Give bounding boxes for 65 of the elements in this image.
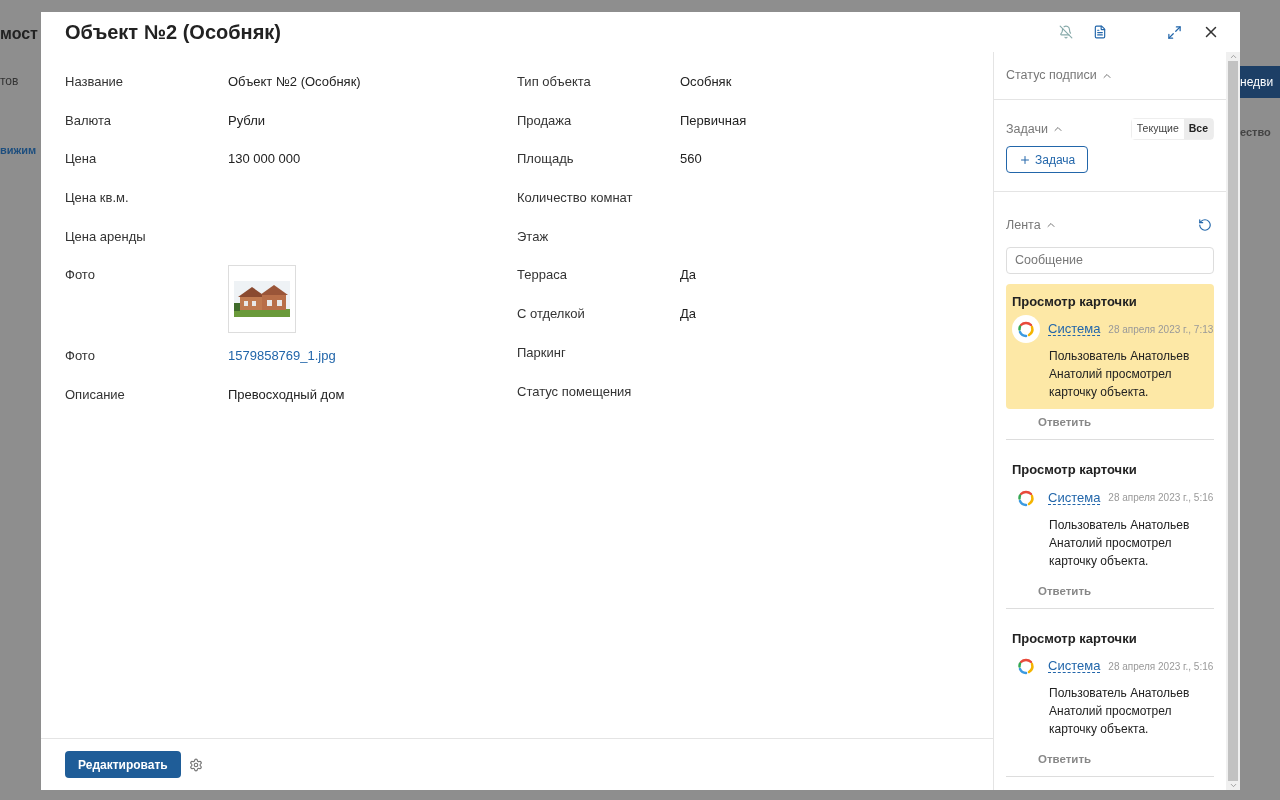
field-label: Количество комнат: [517, 189, 634, 208]
section-label[interactable]: Лента: [1006, 216, 1041, 235]
author-link[interactable]: Система: [1048, 659, 1101, 674]
field-label: Продажа: [517, 111, 573, 130]
author-link[interactable]: Система: [1048, 490, 1101, 505]
scroll-down-icon[interactable]: [1228, 781, 1238, 790]
reply-link[interactable]: Ответить: [1038, 582, 1092, 600]
reply-link[interactable]: Ответить: [1038, 751, 1092, 769]
entry-time: 28 апреля 2023 г., 5:16: [1108, 659, 1214, 674]
entry-time: 28 апреля 2023 г., 7:13: [1108, 322, 1214, 337]
field-label: Фото: [65, 266, 96, 285]
bell-off-icon[interactable]: [1059, 25, 1073, 39]
scrollbar[interactable]: [1226, 52, 1240, 790]
field-label: Этаж: [517, 227, 550, 246]
add-task-button[interactable]: Задача: [1006, 146, 1089, 173]
background-text: ество: [1240, 125, 1272, 140]
field-label: Терраса: [517, 266, 568, 285]
field-value: Первичная: [680, 111, 747, 130]
entry-time: 28 апреля 2023 г., 5:16: [1108, 491, 1214, 506]
author-link[interactable]: Система: [1048, 322, 1101, 337]
field-value: 130 000 000: [228, 150, 301, 169]
field-value: Превосходный дом: [228, 386, 345, 405]
section-label[interactable]: Статус подписи: [1006, 66, 1097, 85]
settings-icon[interactable]: [188, 757, 203, 772]
edit-button[interactable]: Редактировать: [65, 751, 181, 778]
scroll-up-icon[interactable]: [1228, 52, 1238, 61]
field-label: Статус помещения: [517, 382, 633, 401]
field-label: Цена аренды: [65, 227, 147, 246]
entry-title: Просмотр карточки: [1012, 292, 1138, 311]
message-field[interactable]: Сообщение: [1006, 246, 1214, 274]
field-label: Тип объекта: [517, 73, 592, 91]
field-label: Название: [65, 73, 125, 91]
field-value: Объект №2 (Особняк): [228, 73, 361, 91]
field-label: Площадь: [517, 150, 575, 169]
entry-text: Пользователь Анатольев Анатолий просмотрел карточку объекта.: [1049, 348, 1191, 402]
field-label: Паркинг: [517, 343, 567, 362]
filter-tab[interactable]: Все: [1183, 119, 1213, 139]
background-text: тов: [0, 73, 20, 90]
background-text: мост: [0, 24, 39, 44]
reply-link[interactable]: Ответить: [1038, 414, 1092, 432]
document-icon[interactable]: [1093, 25, 1107, 39]
section-label[interactable]: Задачи: [1006, 119, 1048, 139]
entry-text: Пользователь Анатольев Анатолий просмотрел карточку объекта.: [1049, 516, 1191, 570]
background-text: вижим: [0, 143, 38, 158]
refresh-icon[interactable]: [1198, 218, 1212, 233]
photo-thumbnail[interactable]: [228, 265, 296, 334]
field-label: Фото: [65, 347, 96, 366]
field-value: Да: [680, 305, 697, 324]
entry-title: Просмотр карточки: [1012, 461, 1138, 480]
expand-icon[interactable]: [1167, 24, 1182, 40]
field-label: Валюта: [65, 111, 112, 130]
field-value: Да: [680, 266, 697, 285]
entry-title: Просмотр карточки: [1012, 629, 1138, 648]
field-label: Цена кв.м.: [65, 189, 130, 208]
modal-title: Объект №2 (Особняк): [65, 20, 281, 45]
plus-icon: [1019, 153, 1031, 166]
system-logo-icon: [1012, 315, 1040, 344]
field-label: С отделкой: [517, 305, 586, 324]
field-label: Описание: [65, 386, 126, 405]
field-value: Особняк: [680, 73, 732, 91]
field-label: Цена: [65, 150, 98, 169]
entry-text: Пользователь Анатольев Анатолий просмотрел карточку объекта.: [1049, 685, 1191, 739]
field-value: 560: [680, 150, 702, 169]
field-value: Рубли: [228, 111, 266, 130]
file-link[interactable]: 1579858769_1.jpg: [228, 346, 336, 386]
